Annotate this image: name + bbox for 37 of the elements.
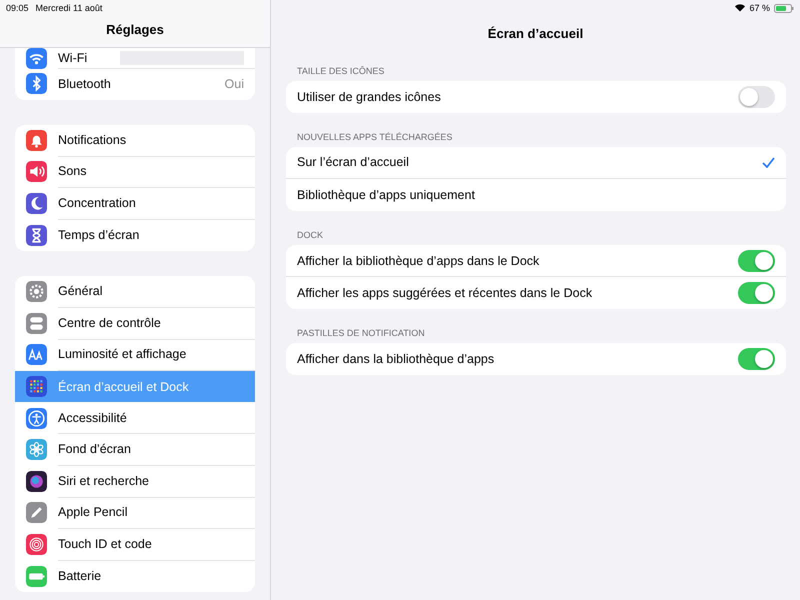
setting-label: Afficher dans la bibliothèque d’apps <box>297 352 496 366</box>
toggle-switch[interactable] <box>738 250 775 272</box>
toggle-switch[interactable] <box>738 86 775 108</box>
wifi-icon <box>735 4 746 12</box>
battery-percent: 67 % <box>749 3 770 13</box>
sidebar-item[interactable]: Bluetooth Oui <box>15 68 255 100</box>
page-title: Écran d’accueil <box>488 26 584 41</box>
sidebar-item[interactable]: Siri et recherche <box>15 466 255 498</box>
setting-label: Afficher la bibliothèque d’apps dans le Dock <box>297 254 540 268</box>
sidebar-item[interactable]: Sons <box>15 156 255 188</box>
sidebar-item[interactable]: Wi-Fi <box>15 48 255 68</box>
sidebar-title: Réglages <box>106 22 164 37</box>
section-header: PASTILLES DE NOTIFICATION <box>297 328 425 338</box>
sidebar-item[interactable]: Apple Pencil <box>15 497 255 529</box>
section-header: TAILLE DES ICÔNES <box>297 66 384 76</box>
status-date: Mercredi 11 août <box>36 3 102 13</box>
sidebar-item[interactable]: Centre de contrôle <box>15 308 255 340</box>
sidebar-item[interactable]: Concentration <box>15 188 255 220</box>
choice-option[interactable]: Sur l’écran d’accueil <box>286 146 786 180</box>
section-header: NOUVELLES APPS TÉLÉCHARGÉES <box>297 132 452 142</box>
checkmark-icon <box>762 156 775 168</box>
sidebar-item[interactable]: Accessibilité <box>15 402 255 434</box>
sidebar-item[interactable]: Notifications <box>15 124 255 156</box>
sidebar-item[interactable]: Batterie <box>15 560 255 592</box>
setting-label: Afficher les apps suggérées et récentes dans le Dock <box>297 286 594 300</box>
sidebar-item[interactable]: Temps d’écran <box>15 219 255 251</box>
item-value: Oui <box>224 76 244 91</box>
sidebar-item[interactable]: Touch ID et code <box>15 528 255 560</box>
sidebar-item[interactable]: Général <box>15 276 255 308</box>
choice-option[interactable]: Bibliothèque d’apps uniquement <box>286 179 786 211</box>
setting-label: Utiliser de grandes icônes <box>297 90 442 104</box>
toggle-switch[interactable] <box>738 282 775 304</box>
section-header: DOCK <box>297 230 324 240</box>
battery-icon <box>774 4 794 12</box>
sidebar-item[interactable]: Fond d’écran <box>15 434 255 466</box>
status-time: 09:05 <box>6 3 29 13</box>
toggle-switch[interactable] <box>738 348 775 370</box>
